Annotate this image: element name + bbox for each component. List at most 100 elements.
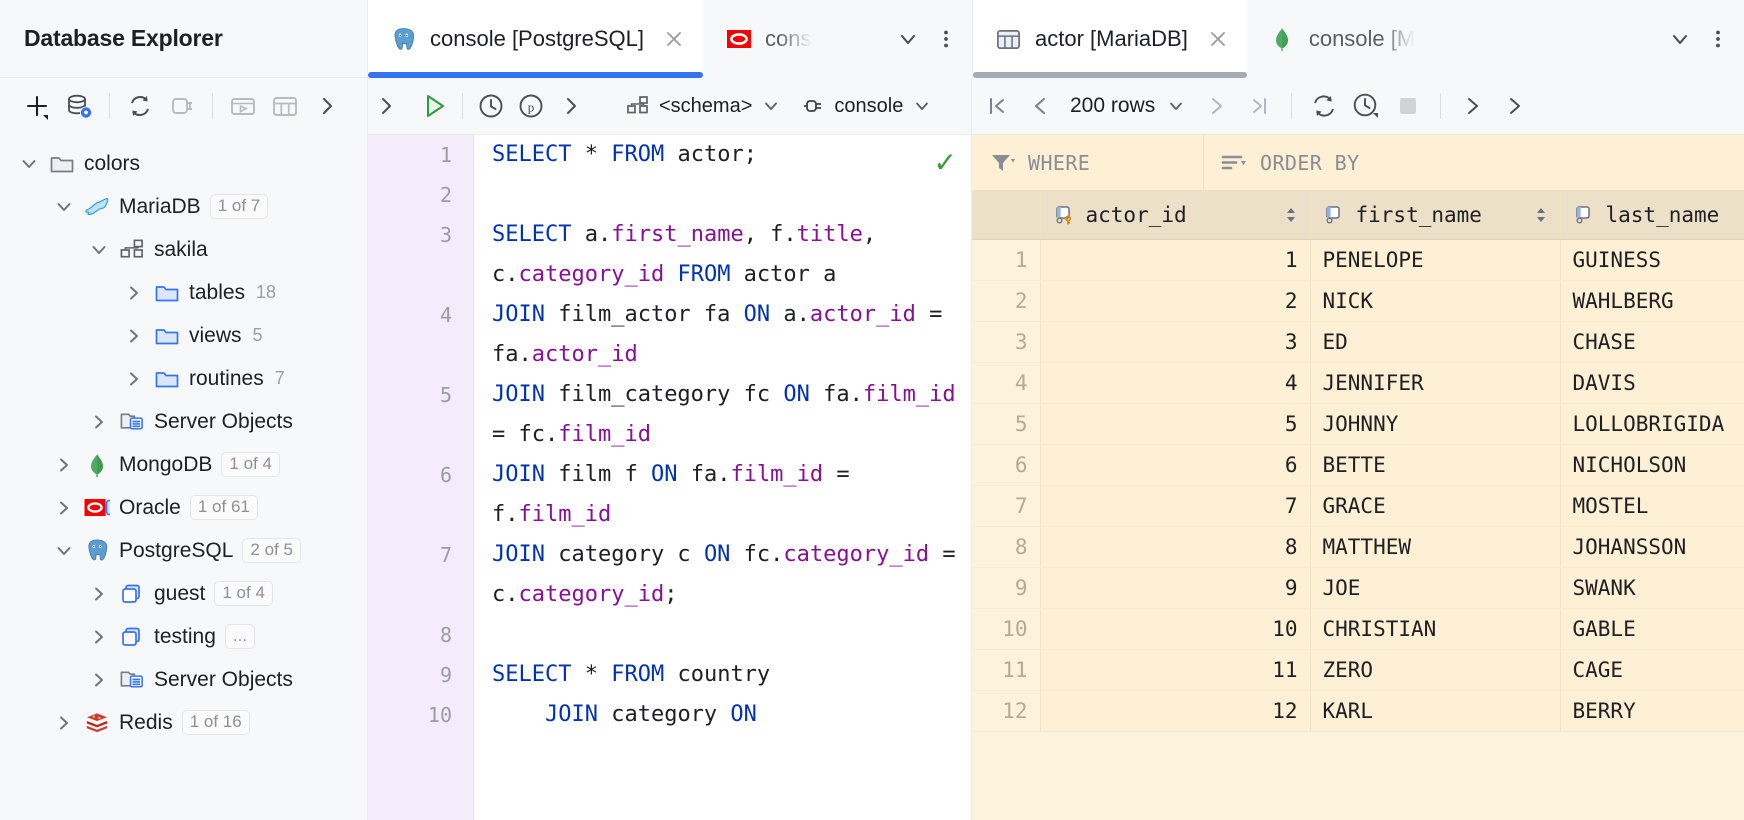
table-row[interactable]: 1010CHRISTIANGABLE bbox=[972, 608, 1744, 649]
cell-first_name[interactable]: PENELOPE bbox=[1310, 239, 1560, 280]
session-selector[interactable]: console bbox=[794, 86, 939, 126]
results-data-grid[interactable]: actor_idfirst_namelast_name11PENELOPEGUI… bbox=[972, 191, 1744, 820]
cell-actor_id[interactable]: 9 bbox=[1040, 567, 1310, 608]
tree-node-guest[interactable]: guest1 of 4 bbox=[0, 572, 367, 615]
tree-node-badge[interactable]: 1 of 4 bbox=[221, 452, 280, 478]
cell-last_name[interactable]: WAHLBERG bbox=[1560, 280, 1744, 321]
table-row[interactable]: 22NICKWAHLBERG bbox=[972, 280, 1744, 321]
chevron-right-icon[interactable] bbox=[88, 583, 110, 605]
chevron-right-icon[interactable] bbox=[123, 282, 145, 304]
tree-node-server-objects[interactable]: Server Objects bbox=[0, 658, 367, 701]
tree-node-views[interactable]: views5 bbox=[0, 314, 367, 357]
code-line[interactable]: 8 bbox=[368, 615, 971, 655]
row-number[interactable]: 1 bbox=[972, 239, 1040, 280]
cell-first_name[interactable]: MATTHEW bbox=[1310, 526, 1560, 567]
cell-last_name[interactable]: MOSTEL bbox=[1560, 485, 1744, 526]
chevron-right-icon[interactable] bbox=[53, 712, 75, 734]
tab-console-postgresql[interactable]: console [PostgreSQL] bbox=[368, 0, 703, 78]
cell-first_name[interactable]: GRACE bbox=[1310, 485, 1560, 526]
database-settings-icon[interactable] bbox=[60, 87, 98, 125]
tree-node-server-objects[interactable]: Server Objects bbox=[0, 400, 367, 443]
code-line[interactable]: 5JOIN film_category fc ON fa.film_id = f… bbox=[368, 375, 971, 455]
tree-node-badge[interactable]: 1 of 7 bbox=[210, 194, 269, 220]
chevron-right-icon[interactable] bbox=[123, 368, 145, 390]
cell-last_name[interactable]: DAVIS bbox=[1560, 362, 1744, 403]
row-number[interactable]: 11 bbox=[972, 649, 1040, 690]
tree-node-testing[interactable]: testing... bbox=[0, 615, 367, 658]
code-text[interactable]: SELECT * FROM actor; bbox=[474, 135, 971, 175]
table-row[interactable]: 1212KARLBERRY bbox=[972, 690, 1744, 731]
table-row[interactable]: 33EDCHASE bbox=[972, 321, 1744, 362]
more-chevron-icon[interactable] bbox=[308, 87, 346, 125]
row-number[interactable]: 6 bbox=[972, 444, 1040, 485]
code-text[interactable]: SELECT * FROM country bbox=[474, 655, 971, 695]
cell-actor_id[interactable]: 7 bbox=[1040, 485, 1310, 526]
refresh-icon[interactable] bbox=[1304, 86, 1344, 126]
cell-last_name[interactable]: JOHANSSON bbox=[1560, 526, 1744, 567]
code-line[interactable]: 6JOIN film f ON fa.film_id = f.film_id bbox=[368, 455, 971, 535]
disconnect-icon[interactable] bbox=[163, 87, 201, 125]
row-number[interactable]: 7 bbox=[972, 485, 1040, 526]
tree-node-tables[interactable]: tables18 bbox=[0, 271, 367, 314]
cell-first_name[interactable]: JOE bbox=[1310, 567, 1560, 608]
results-table[interactable]: actor_idfirst_namelast_name11PENELOPEGUI… bbox=[972, 191, 1744, 732]
cell-first_name[interactable]: JOHNNY bbox=[1310, 403, 1560, 444]
cell-first_name[interactable]: NICK bbox=[1310, 280, 1560, 321]
close-icon[interactable] bbox=[661, 26, 687, 52]
expand-toolbar-icon[interactable] bbox=[368, 86, 404, 126]
history-icon[interactable] bbox=[1346, 86, 1386, 126]
add-icon[interactable] bbox=[18, 87, 56, 125]
cell-first_name[interactable]: ED bbox=[1310, 321, 1560, 362]
code-line[interactable]: 9SELECT * FROM country bbox=[368, 655, 971, 695]
code-line[interactable]: 2 bbox=[368, 175, 971, 215]
cell-actor_id[interactable]: 5 bbox=[1040, 403, 1310, 444]
tab-actor-mariadb[interactable]: actor [MariaDB] bbox=[973, 0, 1247, 78]
run-query-button[interactable] bbox=[414, 86, 454, 126]
row-number[interactable]: 9 bbox=[972, 567, 1040, 608]
code-text[interactable]: JOIN film f ON fa.film_id = f.film_id bbox=[474, 455, 971, 535]
tree-node-colors[interactable]: colors bbox=[0, 142, 367, 185]
tree-node-badge[interactable]: 1 of 16 bbox=[182, 710, 250, 736]
chevron-right-icon[interactable] bbox=[88, 411, 110, 433]
cell-actor_id[interactable]: 4 bbox=[1040, 362, 1310, 403]
next-page-icon[interactable] bbox=[1197, 86, 1237, 126]
table-row[interactable]: 11PENELOPEGUINESS bbox=[972, 239, 1744, 280]
cell-first_name[interactable]: BETTE bbox=[1310, 444, 1560, 485]
chevron-down-icon[interactable] bbox=[18, 153, 40, 175]
cell-last_name[interactable]: GABLE bbox=[1560, 608, 1744, 649]
cell-first_name[interactable]: JENNIFER bbox=[1310, 362, 1560, 403]
cell-last_name[interactable]: LOLLOBRIGIDA bbox=[1560, 403, 1744, 444]
cell-actor_id[interactable]: 10 bbox=[1040, 608, 1310, 649]
where-filter[interactable]: WHERE bbox=[972, 135, 1204, 190]
tree-node-redis[interactable]: Redis1 of 16 bbox=[0, 701, 367, 744]
column-header-first_name[interactable]: first_name bbox=[1310, 191, 1560, 239]
query-history-icon[interactable] bbox=[471, 86, 511, 126]
tree-node-badge[interactable]: 1 of 4 bbox=[214, 581, 273, 607]
more-results-icon[interactable] bbox=[1453, 86, 1493, 126]
chevron-right-icon[interactable] bbox=[53, 497, 75, 519]
cell-actor_id[interactable]: 6 bbox=[1040, 444, 1310, 485]
close-icon[interactable] bbox=[1205, 26, 1231, 52]
chevron-down-icon[interactable] bbox=[890, 21, 926, 57]
code-text[interactable]: JOIN category ON bbox=[474, 695, 971, 735]
table-view-icon[interactable] bbox=[266, 87, 304, 125]
table-row[interactable]: 1111ZEROCAGE bbox=[972, 649, 1744, 690]
cell-first_name[interactable]: ZERO bbox=[1310, 649, 1560, 690]
cell-last_name[interactable]: CHASE bbox=[1560, 321, 1744, 362]
tab-console-oracle[interactable]: conso bbox=[703, 0, 824, 78]
code-line[interactable]: 3SELECT a.first_name, f.title, c.categor… bbox=[368, 215, 971, 295]
table-row[interactable]: 55JOHNNYLOLLOBRIGIDA bbox=[972, 403, 1744, 444]
table-row[interactable]: 66BETTENICHOLSON bbox=[972, 444, 1744, 485]
sort-toggle-icon[interactable] bbox=[1534, 205, 1548, 225]
explain-plan-icon[interactable]: p bbox=[511, 86, 551, 126]
cell-last_name[interactable]: BERRY bbox=[1560, 690, 1744, 731]
cell-last_name[interactable]: CAGE bbox=[1560, 649, 1744, 690]
chevron-down-icon[interactable] bbox=[53, 196, 75, 218]
cell-actor_id[interactable]: 2 bbox=[1040, 280, 1310, 321]
order-by-filter[interactable]: ORDER BY bbox=[1204, 135, 1744, 190]
tree-node-routines[interactable]: routines7 bbox=[0, 357, 367, 400]
chevron-right-icon[interactable] bbox=[123, 325, 145, 347]
more-toolbar-icon[interactable] bbox=[551, 86, 591, 126]
tree-node-badge[interactable]: ... bbox=[225, 624, 255, 650]
cell-first_name[interactable]: KARL bbox=[1310, 690, 1560, 731]
